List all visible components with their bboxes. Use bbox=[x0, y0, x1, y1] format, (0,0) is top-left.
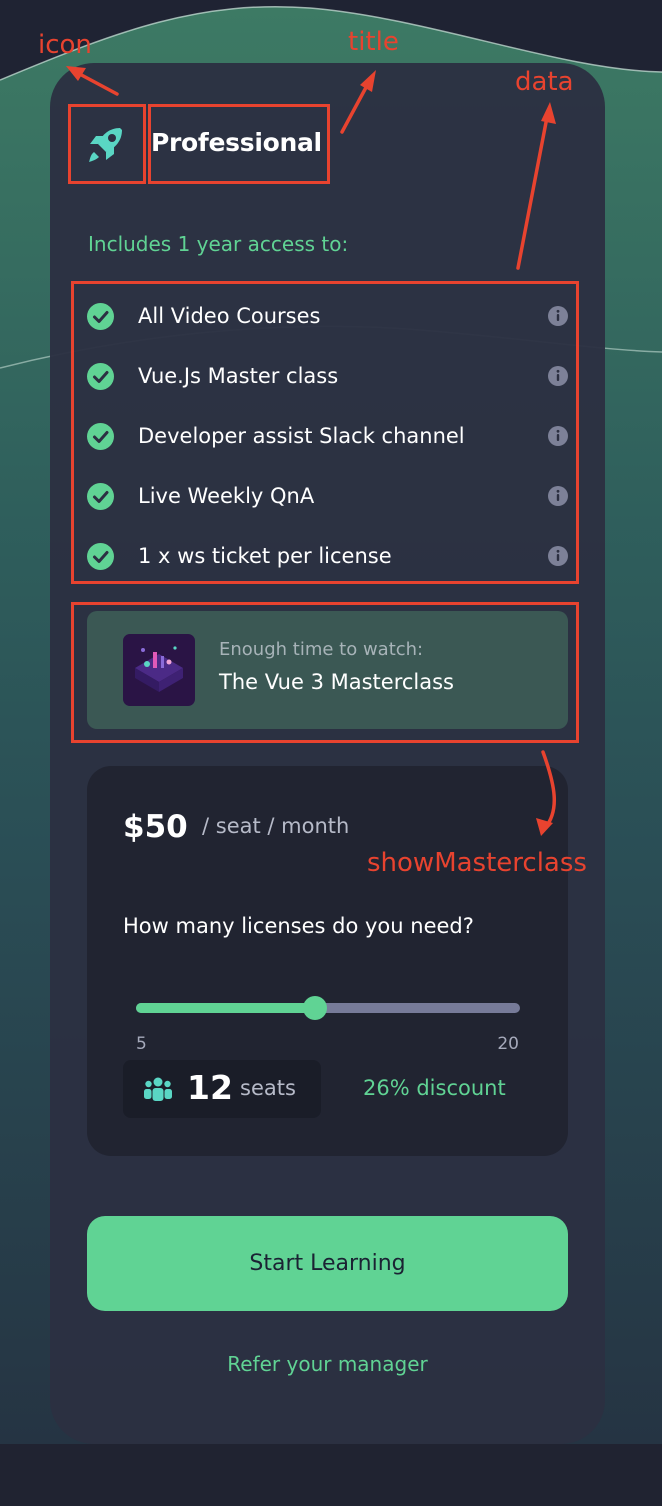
seat-count-box: 12 seats bbox=[123, 1060, 321, 1118]
users-icon bbox=[144, 1077, 172, 1101]
annotation-box-title bbox=[148, 104, 330, 184]
annotation-label-data: data bbox=[515, 67, 574, 97]
slider-min-label: 5 bbox=[136, 1034, 147, 1054]
annotation-box-data bbox=[71, 281, 579, 584]
slider-max-label: 20 bbox=[497, 1034, 519, 1054]
refer-manager-link[interactable]: Refer your manager bbox=[87, 1352, 568, 1376]
access-heading: Includes 1 year access to: bbox=[88, 232, 349, 256]
bottom-strip bbox=[0, 1444, 662, 1506]
annotation-box-masterclass bbox=[71, 602, 579, 743]
price-unit: / seat / month bbox=[202, 814, 350, 838]
price: $50 bbox=[123, 809, 188, 845]
annotation-box-icon bbox=[68, 104, 146, 184]
discount-label: 26% discount bbox=[363, 1076, 506, 1100]
license-slider[interactable] bbox=[136, 996, 520, 1020]
seat-count: 12 bbox=[187, 1068, 233, 1107]
seat-label: seats bbox=[240, 1076, 296, 1100]
license-question: How many licenses do you need? bbox=[123, 914, 474, 938]
pricing-box: $50 / seat / month How many licenses do … bbox=[87, 766, 568, 1156]
start-learning-button[interactable]: Start Learning bbox=[87, 1216, 568, 1311]
annotation-label-show-masterclass: showMasterclass bbox=[367, 848, 587, 878]
slider-fill bbox=[136, 1003, 315, 1013]
annotation-label-title: title bbox=[348, 27, 399, 57]
annotation-label-icon: icon bbox=[38, 30, 92, 60]
slider-thumb[interactable] bbox=[303, 996, 327, 1020]
